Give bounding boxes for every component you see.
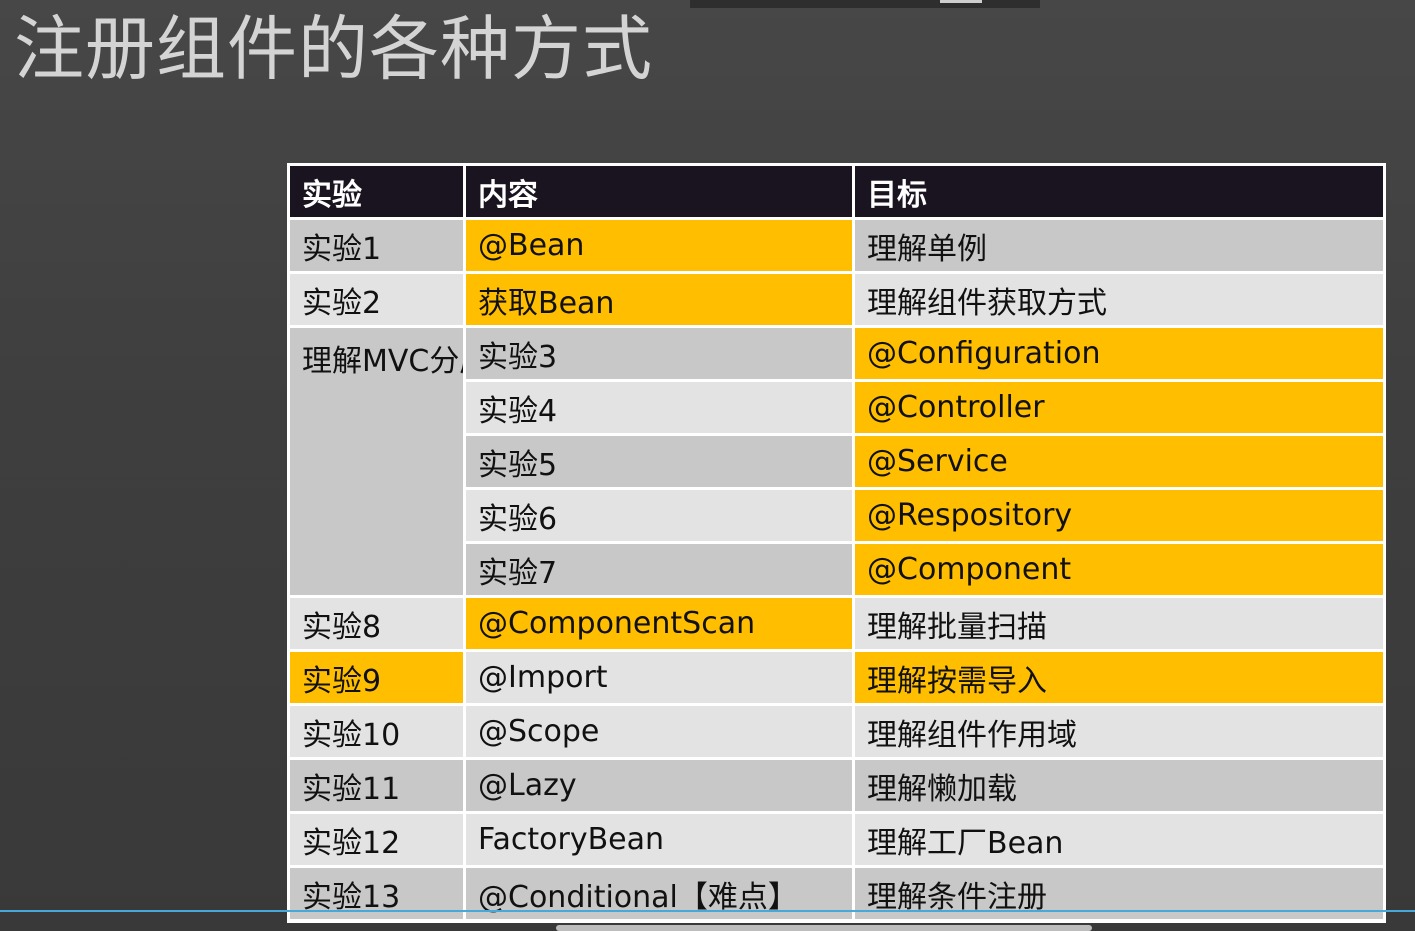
slide-title: 注册组件的各种方式 (14, 8, 653, 90)
row-4-content: @Controller (855, 382, 1383, 433)
row-11-experiment: 实验11 (290, 760, 463, 811)
row-6-content: @Respository (855, 490, 1383, 541)
row-12-experiment: 实验12 (290, 814, 463, 865)
row-7-experiment: 实验7 (466, 544, 852, 595)
row-1-experiment: 实验1 (290, 220, 463, 271)
header-content: 内容 (466, 166, 852, 217)
row-6-experiment: 实验6 (466, 490, 852, 541)
experiments-table: 实验 内容 目标 实验1 @Bean 理解单例 实验2 获取Bean 理解组件获… (287, 163, 1386, 923)
row-8-experiment: 实验8 (290, 598, 463, 649)
row-10-experiment: 实验10 (290, 706, 463, 757)
row-5-content: @Service (855, 436, 1383, 487)
row-1-content: @Bean (466, 220, 852, 271)
row-4-experiment: 实验4 (466, 382, 852, 433)
header-goal: 目标 (855, 166, 1383, 217)
row-2-experiment: 实验2 (290, 274, 463, 325)
header-experiment: 实验 (290, 166, 463, 217)
row-3-content: @Configuration (855, 328, 1383, 379)
row-10-content: @Scope (466, 706, 852, 757)
row-7-content: @Component (855, 544, 1383, 595)
row-10-goal: 理解组件作用域 (855, 706, 1383, 757)
horizontal-scrollbar[interactable] (556, 925, 1092, 931)
row-12-content: FactoryBean (466, 814, 852, 865)
row-9-content: @Import (466, 652, 852, 703)
bottom-progress-line (0, 910, 1415, 912)
row-8-content: @ComponentScan (466, 598, 852, 649)
table-grid: 实验 内容 目标 实验1 @Bean 理解单例 实验2 获取Bean 理解组件获… (290, 166, 1383, 919)
row-12-goal: 理解工厂Bean (855, 814, 1383, 865)
row-9-goal: 理解按需导入 (855, 652, 1383, 703)
row-1-goal: 理解单例 (855, 220, 1383, 271)
top-indicator (940, 0, 982, 3)
row-3-experiment: 实验3 (466, 328, 852, 379)
row-11-content: @Lazy (466, 760, 852, 811)
row-11-goal: 理解懒加载 (855, 760, 1383, 811)
row-9-experiment: 实验9 (290, 652, 463, 703)
row-2-goal: 理解组件获取方式 (855, 274, 1383, 325)
row-2-content: 获取Bean (466, 274, 852, 325)
row-8-goal: 理解批量扫描 (855, 598, 1383, 649)
top-window-strip (690, 0, 1040, 8)
row-3-7-goal: 理解MVC分层模型对应注解 (290, 328, 463, 595)
row-5-experiment: 实验5 (466, 436, 852, 487)
